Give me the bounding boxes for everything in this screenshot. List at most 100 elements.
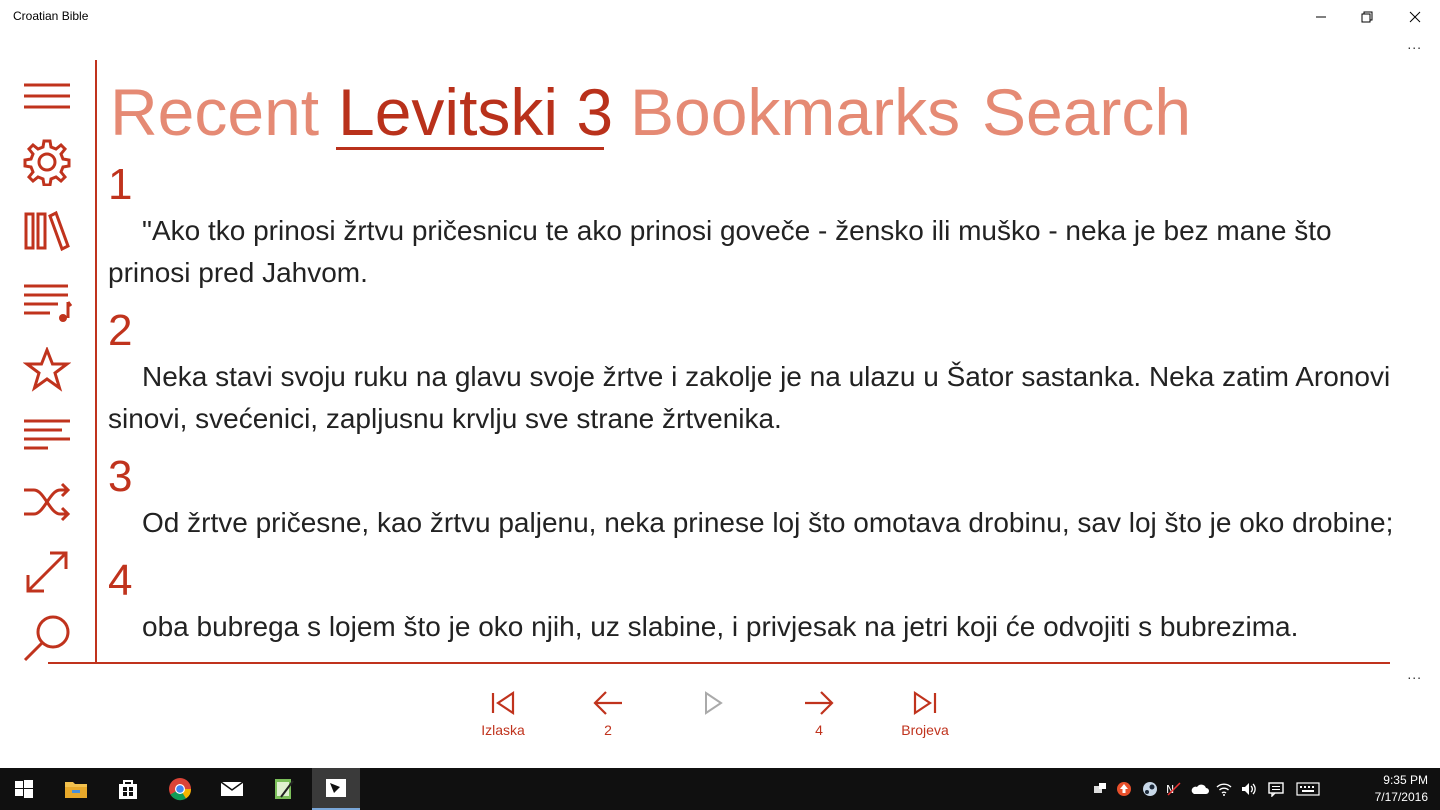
- verse: 4 oba bubrega s lojem što je oko njih, u…: [108, 556, 1398, 648]
- verse: 1 "Ako tko prinosi žrtvu pričesnicu te a…: [108, 160, 1398, 294]
- verse-text: "Ako tko prinosi žrtvu pričesnicu te ako…: [108, 215, 1332, 288]
- restore-button[interactable]: [1344, 0, 1390, 34]
- update-arrow-icon: [1117, 782, 1131, 796]
- verse-text: oba bubrega s lojem što je oko njih, uz …: [142, 611, 1299, 642]
- keyboard-icon: [1296, 782, 1320, 796]
- active-tab-underline: [336, 147, 604, 150]
- tray-action-center[interactable]: [1264, 768, 1288, 810]
- playlist-music-icon: [24, 284, 72, 322]
- start-button[interactable]: [0, 768, 48, 810]
- sidebar-divider: [95, 60, 97, 664]
- verse-number: 1: [108, 160, 133, 209]
- more-options-bottom[interactable]: ...: [1407, 666, 1422, 682]
- tab-bookmarks[interactable]: Bookmarks: [630, 72, 960, 152]
- tab-levitski-3[interactable]: Levitski 3: [338, 72, 613, 152]
- windows-logo-icon: [15, 780, 33, 798]
- last-book-label: Brojeva: [901, 722, 949, 738]
- verse-text: Od žrtve pričesne, kao žrtvu paljenu, ne…: [142, 507, 1394, 538]
- verse: 2 Neka stavi svoju ruku na glavu svoje ž…: [108, 306, 1398, 440]
- file-explorer-button[interactable]: [52, 768, 100, 810]
- mail-icon: [220, 781, 244, 796]
- sidebar: [0, 60, 96, 664]
- sidebar-search-button[interactable]: [18, 610, 76, 666]
- next-chapter-button[interactable]: 4: [779, 690, 859, 738]
- text-lines-icon: [24, 419, 70, 450]
- cloud-icon: [1191, 784, 1209, 794]
- editor-app-button[interactable]: [260, 768, 308, 810]
- arrow-right-icon: [805, 691, 834, 715]
- play-button[interactable]: [673, 690, 753, 716]
- hamburger-menu-icon: [24, 83, 70, 109]
- sidebar-playlist-button[interactable]: [18, 274, 76, 330]
- skip-back-icon: [491, 690, 515, 716]
- minimize-icon: [1316, 16, 1326, 18]
- last-book-button[interactable]: Brojeva: [885, 690, 965, 738]
- close-icon: [1409, 11, 1421, 23]
- first-book-label: Izlaska: [481, 722, 525, 738]
- croatian-bible-taskbar-button[interactable]: [312, 768, 360, 810]
- tray-onedrive[interactable]: [1188, 768, 1212, 810]
- tray-network-share[interactable]: [1088, 768, 1112, 810]
- restore-icon: [1361, 11, 1373, 23]
- verse-number: 4: [108, 556, 133, 605]
- star-icon: [23, 347, 71, 392]
- sidebar-text-button[interactable]: [18, 406, 76, 462]
- more-options-top[interactable]: ...: [1407, 36, 1422, 52]
- verse-text: Neka stavi svoju ruku na glavu svoje žrt…: [108, 361, 1391, 434]
- clock-date: 7/17/2016: [1374, 790, 1428, 804]
- speaker-icon: [1242, 783, 1256, 795]
- steam-icon: [1143, 782, 1157, 796]
- previous-chapter-label: 2: [604, 722, 612, 738]
- first-book-button[interactable]: Izlaska: [463, 690, 543, 738]
- library-books-icon: [24, 210, 70, 252]
- content-bottom-divider: [48, 662, 1390, 664]
- shuffle-icon: [24, 482, 71, 522]
- store-button[interactable]: [104, 768, 152, 810]
- app-title: Croatian Bible: [13, 9, 89, 23]
- minimize-button[interactable]: [1298, 0, 1344, 34]
- skip-forward-icon: [913, 690, 937, 716]
- sidebar-menu-button[interactable]: [18, 68, 76, 124]
- gear-icon: [23, 139, 71, 186]
- chapter-content[interactable]: 1 "Ako tko prinosi žrtvu pričesnicu te a…: [108, 160, 1398, 662]
- folder-icon: [65, 782, 87, 798]
- verse-number: 3: [108, 452, 133, 501]
- network-drive-icon: [1094, 783, 1106, 793]
- notification-icon: [1268, 782, 1284, 797]
- wifi-icon: [1216, 783, 1232, 796]
- tray-update[interactable]: [1112, 768, 1136, 810]
- verse: 3 Od žrtve pričesne, kao žrtvu paljenu, …: [108, 452, 1398, 544]
- next-chapter-label: 4: [815, 722, 823, 738]
- notepad-icon: [275, 779, 294, 799]
- resize-diagonal-icon: [26, 551, 68, 593]
- tray-steam[interactable]: [1138, 768, 1162, 810]
- clock-time: 9:35 PM: [1383, 773, 1428, 787]
- verse-number: 2: [108, 306, 133, 355]
- tray-volume[interactable]: [1238, 768, 1262, 810]
- bible-app-icon: [326, 779, 346, 797]
- tab-recent[interactable]: Recent: [110, 72, 319, 152]
- windows-taskbar: N 9:35 PM 7/17/2016: [0, 768, 1440, 810]
- sidebar-fullscreen-button[interactable]: [18, 544, 76, 600]
- tray-keyboard[interactable]: [1292, 768, 1324, 810]
- store-bag-icon: [119, 780, 137, 799]
- title-bar: Croatian Bible: [0, 0, 1440, 34]
- sidebar-settings-button[interactable]: [18, 134, 76, 190]
- chrome-button[interactable]: [156, 768, 204, 810]
- chapter-navigation: Izlaska 2 4 Brojeva: [0, 690, 1440, 760]
- nvidia-icon: N: [1166, 782, 1181, 796]
- chrome-icon: [169, 778, 192, 801]
- play-icon: [705, 691, 723, 715]
- sidebar-library-button[interactable]: [18, 202, 76, 258]
- arrow-left-icon: [593, 691, 622, 715]
- sidebar-bookmarks-button[interactable]: [18, 342, 76, 398]
- tray-wifi[interactable]: [1212, 768, 1236, 810]
- sidebar-shuffle-button[interactable]: [18, 474, 76, 530]
- taskbar-clock[interactable]: 9:35 PM 7/17/2016: [1375, 772, 1428, 806]
- tray-nvidia[interactable]: N: [1162, 768, 1186, 810]
- search-icon: [23, 615, 70, 662]
- close-button[interactable]: [1392, 0, 1438, 34]
- tab-search[interactable]: Search: [982, 72, 1191, 152]
- previous-chapter-button[interactable]: 2: [568, 690, 648, 738]
- mail-button[interactable]: [208, 768, 256, 810]
